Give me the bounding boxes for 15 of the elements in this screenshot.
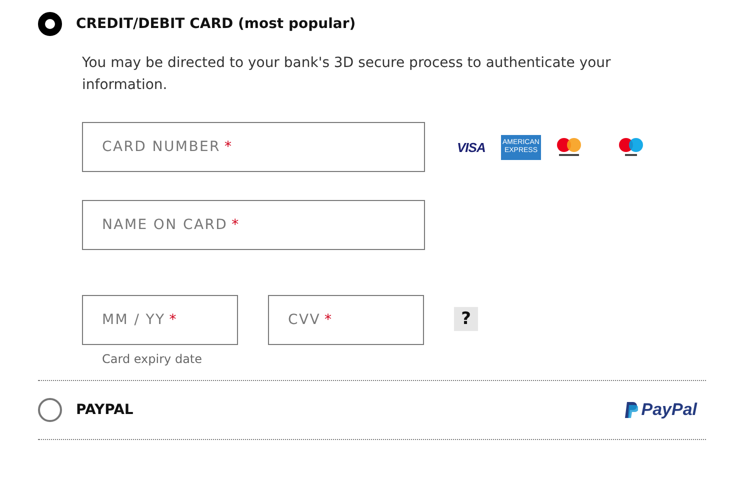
paypal-logo: PayPal <box>624 400 697 420</box>
option-label: PAYPAL <box>76 402 134 418</box>
help-button[interactable]: ? <box>454 307 478 331</box>
info-text: You may be directed to your bank's 3D secure process to authenticate your information. <box>82 54 612 95</box>
input-field[interactable]: CARD NUMBER * <box>82 122 425 172</box>
input-field[interactable]: CVV * <box>268 295 424 345</box>
input-field[interactable]: MM / YY * <box>82 295 238 345</box>
input-field[interactable]: NAME ON CARD * <box>82 200 425 250</box>
mastercard-logo <box>555 137 583 157</box>
visa-logo: VISA <box>457 140 486 154</box>
radio-button[interactable] <box>38 398 62 422</box>
option-label: CREDIT/DEBIT CARD (most popular) <box>76 16 356 32</box>
radio-button[interactable] <box>38 12 62 36</box>
maestro-logo <box>617 137 645 157</box>
helper-text: Card expiry date <box>102 352 204 366</box>
